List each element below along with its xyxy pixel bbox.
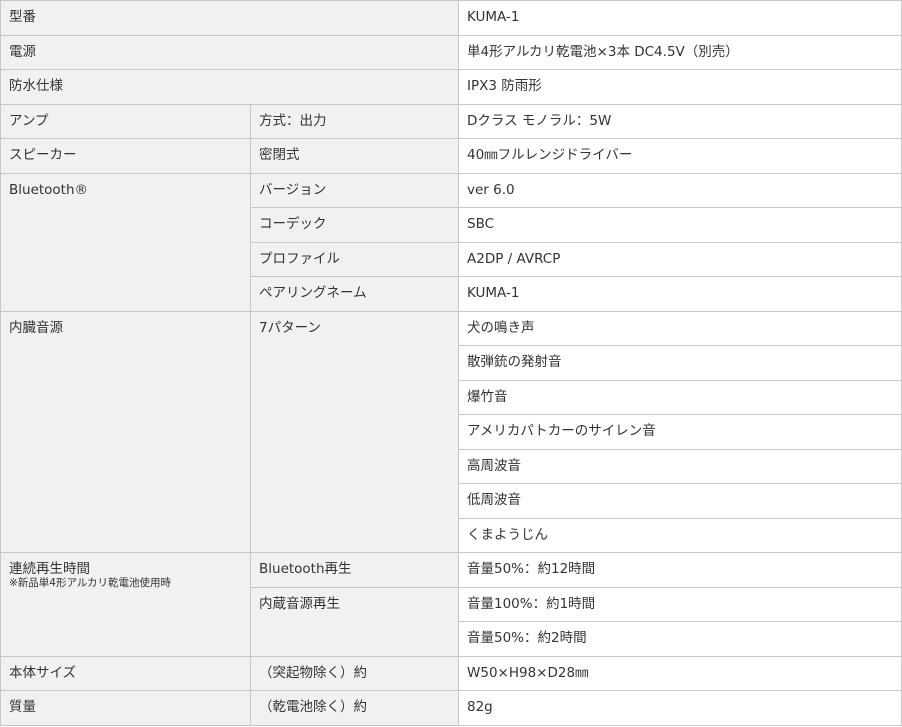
spec-row-waterproof: 防水仕様 IPX3 防雨形 <box>0 69 902 105</box>
size-label: 本体サイズ <box>0 655 251 691</box>
builtin-sound-value: くまようじん <box>458 517 902 553</box>
spec-row-amp: アンプ 方式：出力 Dクラス モノラル：5W <box>0 103 902 139</box>
model-label: 型番 <box>0 0 459 36</box>
amp-label: アンプ <box>0 103 251 139</box>
spec-row-playtime-bt: 連続再生時間 ※新品単4形アルカリ乾電池使用時 Bluetooth再生 音量50… <box>0 552 902 657</box>
builtin-sound-value: 爆竹音 <box>458 379 902 415</box>
amp-sublabel: 方式：出力 <box>250 103 459 139</box>
builtin-sound-label: 内臓音源 <box>0 310 251 553</box>
playtime-internal-value: 音量50%：約2時間 <box>458 621 902 657</box>
builtin-sound-value: 散弾銃の発射音 <box>458 345 902 381</box>
spec-row-power: 電源 単4形アルカリ乾電池×3本 DC4.5V（別売） <box>0 34 902 70</box>
builtin-sound-value: アメリカパトカーのサイレン音 <box>458 414 902 450</box>
bt-version-value: ver 6.0 <box>458 172 902 208</box>
playtime-note: ※新品単4形アルカリ乾電池使用時 <box>9 577 172 589</box>
bt-pairing-value: KUMA-1 <box>458 276 902 312</box>
playtime-label: 連続再生時間 <box>9 561 90 577</box>
weight-label: 質量 <box>0 690 251 726</box>
power-label: 電源 <box>0 34 459 70</box>
builtin-sound-sublabel: 7パターン <box>250 310 459 553</box>
builtin-sound-value: 低周波音 <box>458 483 902 519</box>
spec-row-weight: 質量 （乾電池除く）約 82g <box>0 690 902 726</box>
spec-row-speaker: スピーカー 密閉式 40㎜フルレンジドライバー <box>0 138 902 174</box>
spec-row-size: 本体サイズ （突起物除く）約 W50×H98×D28㎜ <box>0 655 902 691</box>
amp-value: Dクラス モノラル：5W <box>458 103 902 139</box>
playtime-bt-sublabel: Bluetooth再生 <box>250 552 459 588</box>
weight-sublabel: （乾電池除く）約 <box>250 690 459 726</box>
bt-codec-value: SBC <box>458 207 902 243</box>
speaker-sublabel: 密閉式 <box>250 138 459 174</box>
size-value: W50×H98×D28㎜ <box>458 655 902 691</box>
bt-codec-sublabel: コーデック <box>250 207 459 243</box>
builtin-sound-value: 犬の鳴き声 <box>458 310 902 346</box>
playtime-label-cell: 連続再生時間 ※新品単4形アルカリ乾電池使用時 <box>0 552 251 657</box>
waterproof-label: 防水仕様 <box>0 69 459 105</box>
spec-row-sound-1: 内臓音源 7パターン 犬の鳴き声 <box>0 310 902 553</box>
spec-table: 型番 KUMA-1 電源 単4形アルカリ乾電池×3本 DC4.5V（別売） 防水… <box>0 0 902 726</box>
waterproof-value: IPX3 防雨形 <box>458 69 902 105</box>
bt-pairing-sublabel: ペアリングネーム <box>250 276 459 312</box>
speaker-value: 40㎜フルレンジドライバー <box>458 138 902 174</box>
playtime-bt-value: 音量50%：約12時間 <box>458 552 902 588</box>
bt-profile-value: A2DP / AVRCP <box>458 241 902 277</box>
playtime-internal-value: 音量100%：約1時間 <box>458 586 902 622</box>
model-value: KUMA-1 <box>458 0 902 36</box>
bt-version-sublabel: バージョン <box>250 172 459 208</box>
builtin-sound-value: 高周波音 <box>458 448 902 484</box>
bluetooth-label: Bluetooth® <box>0 172 251 312</box>
size-sublabel: （突起物除く）約 <box>250 655 459 691</box>
bt-profile-sublabel: プロファイル <box>250 241 459 277</box>
spec-row-bt-version: Bluetooth® バージョン ver 6.0 <box>0 172 902 312</box>
speaker-label: スピーカー <box>0 138 251 174</box>
spec-row-model: 型番 KUMA-1 <box>0 0 902 36</box>
playtime-internal-sublabel: 内蔵音源再生 <box>250 586 459 657</box>
power-value: 単4形アルカリ乾電池×3本 DC4.5V（別売） <box>458 34 902 70</box>
weight-value: 82g <box>458 690 902 726</box>
